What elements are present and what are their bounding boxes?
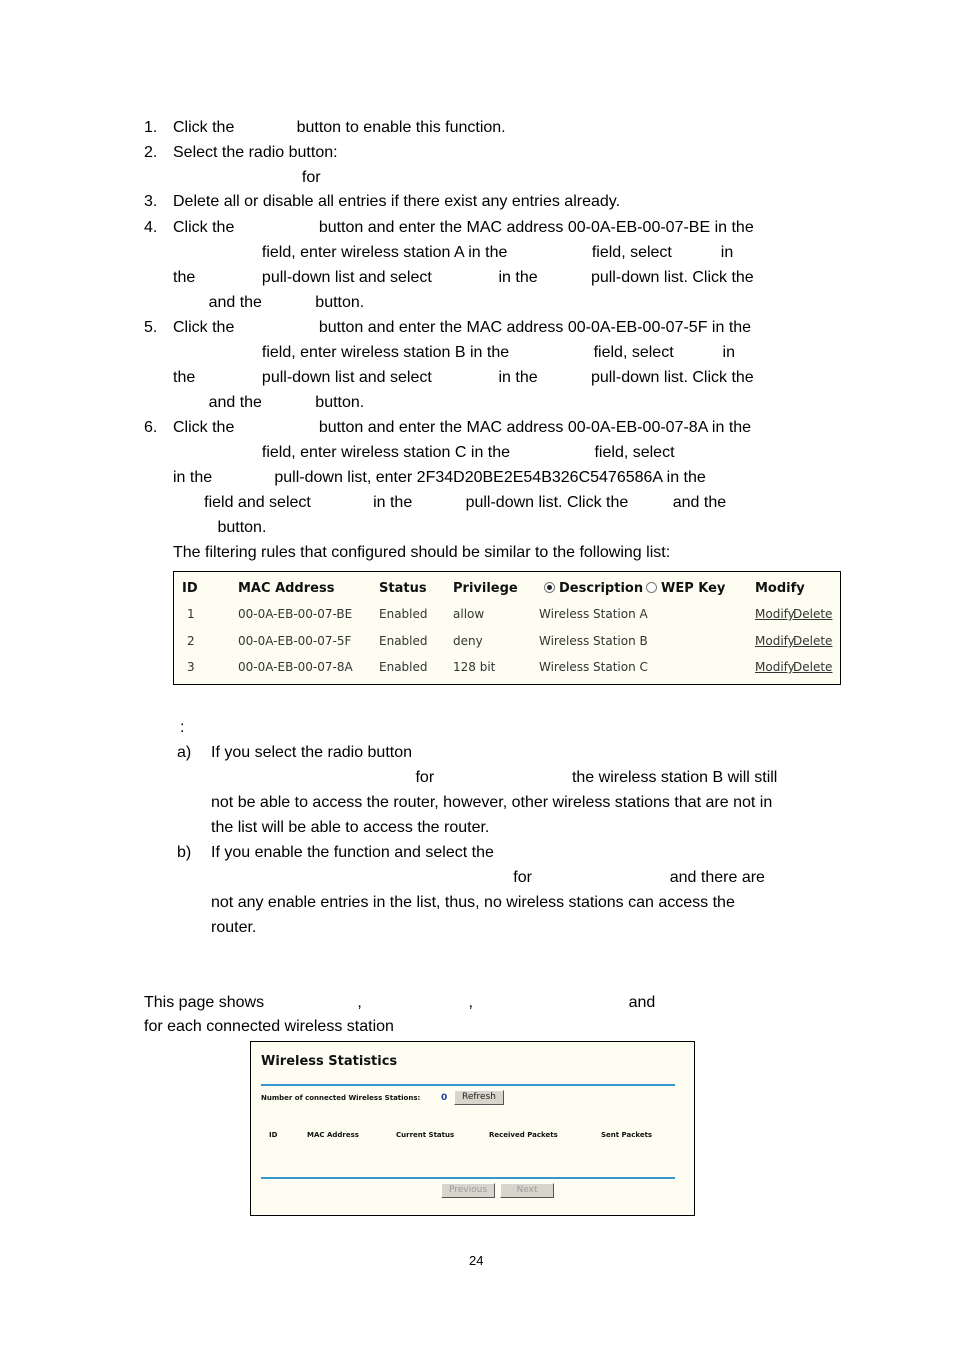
note-label: b) [177,844,192,861]
row-id: 3 [187,660,195,674]
page-number: 24 [469,1253,484,1268]
delete-link[interactable]: Delete [793,660,832,674]
count-label: Number of connected Wireless Stations: [261,1094,421,1102]
row-status: Enabled [379,607,428,621]
row-description: Wireless Station A [539,607,648,621]
column-id: ID [269,1131,278,1139]
panel-title: Wireless Statistics [261,1054,398,1069]
filter-intro: The filtering rules that configured shou… [173,544,671,561]
column-mac-address: MAC Address [307,1131,359,1139]
step-text: Select the radio button: [173,144,338,161]
step-text: in the pull-down list, enter 2F34D20BE2E… [173,469,706,486]
modify-link[interactable]: Modify [755,660,795,674]
step-text: Click the button and enter the MAC addre… [173,319,752,336]
previous-button[interactable]: Previous [441,1183,495,1198]
step-text: Click the button and enter the MAC addre… [173,419,752,436]
step-text: field, enter wireless station C in the f… [173,444,675,461]
refresh-button[interactable]: Refresh [454,1090,504,1105]
modify-link[interactable]: Modify [755,634,795,648]
note-text: for the wireless station B will still [211,769,778,786]
step-text: button. [173,519,267,536]
column-sent-packets: Sent Packets [601,1131,653,1139]
note-text: not be able to access the router, howeve… [211,794,773,811]
stats-intro-line-2: for each connected wireless station [144,1018,394,1035]
row-id: 2 [187,634,195,648]
note-text: the list will be able to access the rout… [211,819,490,836]
step-text: the pull-down list and select in the pul… [173,269,754,286]
divider [261,1084,675,1086]
row-status: Enabled [379,660,428,674]
step-text: field and select in the pull-down list. … [173,494,727,511]
note-text: If you select the radio button [211,744,413,761]
column-current-status: Current Status [396,1131,455,1139]
step-text: field, enter wireless station B in the f… [173,344,735,361]
radio-selected-icon[interactable] [544,582,555,593]
step-number: 3. [144,193,158,210]
row-mac: 00-0A-EB-00-07-5F [238,634,352,648]
note-text: router. [211,919,257,936]
delete-link[interactable]: Delete [793,634,832,648]
header-mac: MAC Address [238,581,335,596]
step-number: 5. [144,319,158,336]
header-privilege: Privilege [453,581,518,596]
row-mac: 00-0A-EB-00-07-BE [238,607,353,621]
header-status: Status [379,581,427,596]
modify-link[interactable]: Modify [755,607,795,621]
step-number: 6. [144,419,158,436]
delete-link[interactable]: Delete [793,607,832,621]
row-privilege: deny [453,634,483,648]
step-text: Click the button to enable this function… [173,119,506,136]
step-text: the pull-down list and select in the pul… [173,369,754,386]
step-text: and the button. [173,394,365,411]
row-description: Wireless Station C [539,660,648,674]
note-colon: : [180,719,185,736]
wireless-statistics-panel: Wireless Statistics Number of connected … [250,1041,695,1216]
count-value: 0 [441,1093,448,1103]
step-text: Delete all or disable all entries if the… [173,193,621,210]
step-number: 4. [144,219,158,236]
stats-intro-line-1: This page shows , , and [144,994,656,1011]
wep-key-radio-option[interactable]: WEP Key [646,581,725,596]
step-number: 1. [144,119,158,136]
header-id: ID [182,581,198,596]
description-radio-option[interactable]: Description [544,581,643,596]
row-privilege: allow [453,607,485,621]
note-text: for and there are [211,869,765,886]
row-mac: 00-0A-EB-00-07-8A [238,660,353,674]
row-privilege: 128 bit [453,660,496,674]
step-text: field, enter wireless station A in the f… [173,244,734,261]
note-text: not any enable entries in the list, thus… [211,894,735,911]
header-description: Description [559,581,644,596]
row-id: 1 [187,607,195,621]
divider [261,1177,675,1179]
note-label: a) [177,744,192,761]
row-status: Enabled [379,634,428,648]
step-text: and the button. [173,294,365,311]
mac-filter-table: ID MAC Address Status Privilege Descript… [173,571,841,685]
note-text: If you enable the function and select th… [211,844,494,861]
header-wep-key: WEP Key [661,581,726,596]
step-text: Click the button and enter the MAC addre… [173,219,754,236]
column-received-packets: Received Packets [489,1131,558,1139]
row-description: Wireless Station B [539,634,648,648]
radio-unselected-icon[interactable] [646,582,657,593]
step-number: 2. [144,144,158,161]
next-button[interactable]: Next [500,1183,554,1198]
step-text: for [173,169,321,186]
header-modify: Modify [755,581,805,596]
